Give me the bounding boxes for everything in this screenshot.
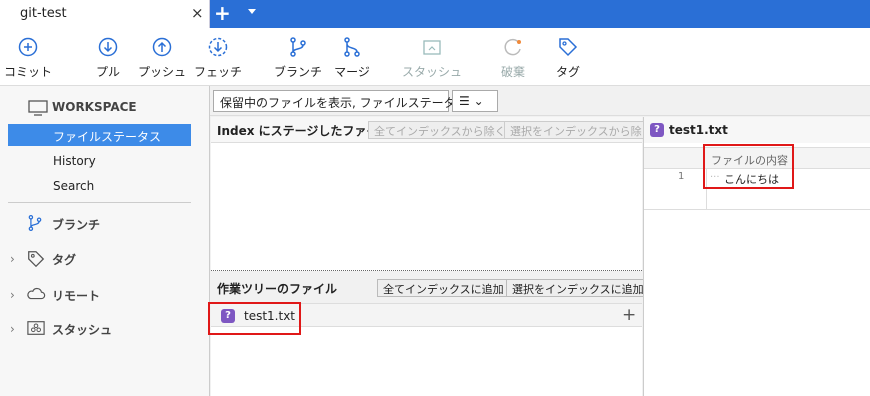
staged-files-title: Index にステージしたファイル	[217, 124, 391, 138]
chevron-right-icon[interactable]: ›	[10, 252, 15, 266]
discard-icon	[504, 38, 521, 56]
new-tab-icon[interactable]: +	[214, 3, 231, 23]
remove-all-button[interactable]: 全てインデックスから除く	[368, 121, 512, 139]
file-view-select[interactable]: 保留中のファイルを表示, ファイルステータス順 ⌄	[213, 90, 494, 112]
tab-menu-chevron-icon[interactable]	[248, 9, 256, 14]
sidebar-group-label: スタッシュ	[52, 323, 113, 337]
discard-button[interactable]: 破棄	[483, 36, 543, 80]
stash-icon	[423, 40, 441, 55]
push-label: プッシュ	[137, 65, 186, 79]
working-tree-list[interactable]	[211, 327, 642, 396]
sidebar-item-search[interactable]: Search	[8, 175, 191, 197]
workspace-header: WORKSPACE	[28, 100, 137, 119]
sidebar-group-label: リモート	[52, 289, 101, 303]
pull-button[interactable]: プル	[78, 36, 138, 80]
discard-label: 破棄	[500, 65, 525, 79]
stage-file-plus-icon[interactable]: +	[622, 305, 636, 325]
staged-files-header: Index にステージしたファイル 全てインデックスから除く 選択をインデックス…	[211, 117, 659, 143]
pull-icon	[98, 37, 118, 57]
staged-files-list[interactable]	[211, 143, 642, 271]
close-tab-icon[interactable]: ×	[191, 4, 204, 22]
add-selected-button[interactable]: 選択をインデックスに追加	[506, 279, 650, 297]
diff-header: ? test1.txt	[643, 117, 870, 143]
sidebar-group-tags[interactable]: › タグ	[10, 247, 200, 271]
commit-button[interactable]: コミット	[0, 36, 58, 80]
fetch-button[interactable]: フェッチ	[188, 36, 248, 80]
diff-file-name: test1.txt	[669, 123, 728, 137]
view-mode-select[interactable]: ☰ ⌄	[452, 90, 498, 112]
stash-button[interactable]: スタッシュ	[402, 36, 462, 80]
diff-divider	[644, 209, 870, 210]
sidebar-divider	[8, 202, 191, 203]
fetch-label: フェッチ	[193, 65, 242, 79]
merge-button[interactable]: マージ	[322, 36, 382, 80]
push-button[interactable]: プッシュ	[132, 36, 192, 80]
commit-icon	[18, 37, 38, 57]
branch-button[interactable]: ブランチ	[268, 36, 328, 80]
chevron-right-icon[interactable]: ›	[10, 288, 15, 302]
remove-selected-button[interactable]: 選択をインデックスから除く	[504, 121, 659, 139]
sidebar-item-label: ファイルステータス	[53, 130, 162, 144]
chevron-right-icon[interactable]: ›	[10, 322, 15, 336]
working-tree-title: 作業ツリーのファイル	[217, 282, 338, 296]
tab-title: git-test	[20, 6, 67, 21]
tag-button[interactable]: タグ	[538, 36, 598, 80]
tab-git-test[interactable]: git-test ×	[0, 0, 210, 28]
highlight-box-file	[208, 302, 301, 335]
sidebar-group-branches[interactable]: ブランチ	[10, 212, 200, 236]
line-number: 1	[678, 171, 685, 182]
branch-icon	[290, 37, 306, 57]
merge-label: マージ	[334, 65, 370, 79]
sidebar-item-history[interactable]: History	[8, 150, 191, 172]
sidebar-group-label: タグ	[52, 253, 77, 267]
tag-icon	[559, 38, 578, 57]
sidebar: WORKSPACE ファイルステータス History Search ブランチ …	[0, 86, 210, 396]
highlight-box-content	[703, 144, 794, 189]
branch-icon	[28, 215, 42, 231]
sidebar-group-remotes[interactable]: › リモート	[10, 283, 200, 307]
monitor-icon	[28, 100, 48, 116]
tab-bar: git-test × +	[0, 0, 870, 28]
fetch-icon	[208, 37, 228, 57]
cloud-icon	[27, 287, 46, 300]
sidebar-group-stashes[interactable]: › スタッシュ	[10, 317, 200, 341]
merge-icon	[344, 37, 360, 57]
commit-label: コミット	[3, 65, 52, 79]
add-all-button[interactable]: 全てインデックスに追加	[377, 279, 510, 297]
branch-label: ブランチ	[273, 65, 322, 79]
sidebar-item-file-status[interactable]: ファイルステータス	[8, 124, 191, 146]
stash-icon	[27, 321, 45, 335]
toolbar: コミット プル プッシュ フェッチ ブランチ マージ スタッシュ 破棄 タグ	[0, 28, 870, 86]
sidebar-item-label: Search	[53, 179, 95, 193]
sidebar-group-label: ブランチ	[52, 218, 101, 232]
working-tree-header: 作業ツリーのファイル 全てインデックスに追加 選択をインデックスに追加	[211, 273, 650, 301]
tag-icon	[28, 251, 45, 268]
tag-label: タグ	[555, 65, 580, 79]
pull-label: プル	[95, 65, 120, 79]
untracked-status-icon: ?	[650, 123, 664, 137]
filter-bar: 保留中のファイルを表示, ファイルステータス順 ⌄ ☰ ⌄	[210, 86, 870, 116]
stash-label: スタッシュ	[402, 65, 463, 79]
sidebar-item-label: History	[53, 154, 96, 168]
workspace-label: WORKSPACE	[52, 100, 137, 114]
push-icon	[152, 37, 172, 57]
